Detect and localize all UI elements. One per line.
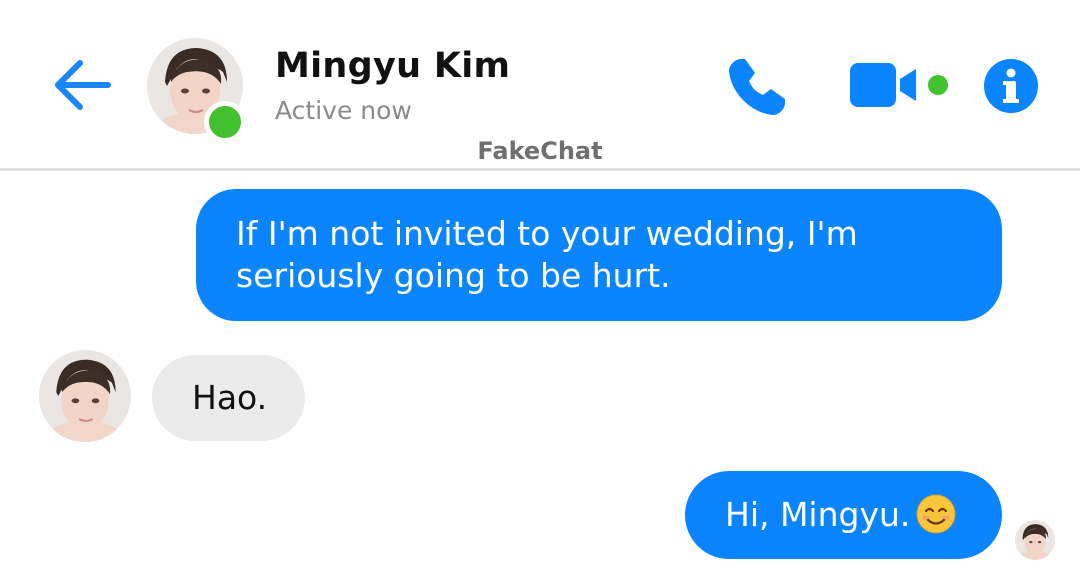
chat-header: Mingyu Kim Active now FakeChat [0, 0, 1080, 170]
phone-icon [729, 59, 785, 115]
outgoing-message-bubble[interactable]: Hi, Mingyu. [685, 471, 1002, 559]
info-icon [984, 59, 1038, 113]
video-active-dot [928, 75, 948, 95]
info-button[interactable] [984, 59, 1038, 113]
message-text: Hao. [192, 378, 268, 417]
message-text: Hi, Mingyu. [725, 495, 911, 534]
avatar-photo [1015, 520, 1055, 560]
watermark-text: FakeChat [477, 137, 603, 165]
message-text: If I'm not invited to your wedding, I'm … [236, 214, 858, 295]
sender-avatar[interactable] [39, 350, 131, 442]
video-camera-icon [850, 63, 916, 107]
back-button[interactable] [50, 55, 114, 115]
outgoing-message-bubble[interactable]: If I'm not invited to your wedding, I'm … [196, 189, 1002, 321]
incoming-message-bubble[interactable]: Hao. [152, 355, 305, 441]
video-call-button[interactable] [850, 63, 920, 107]
header-divider [0, 168, 1080, 171]
voice-call-button[interactable] [725, 55, 789, 119]
arrow-left-icon [55, 60, 111, 110]
read-receipt-avatar [1015, 520, 1055, 560]
smiling-face-emoji-icon [916, 494, 956, 544]
avatar-photo [39, 350, 131, 442]
contact-name[interactable]: Mingyu Kim [275, 46, 510, 86]
active-status: Active now [275, 96, 412, 125]
